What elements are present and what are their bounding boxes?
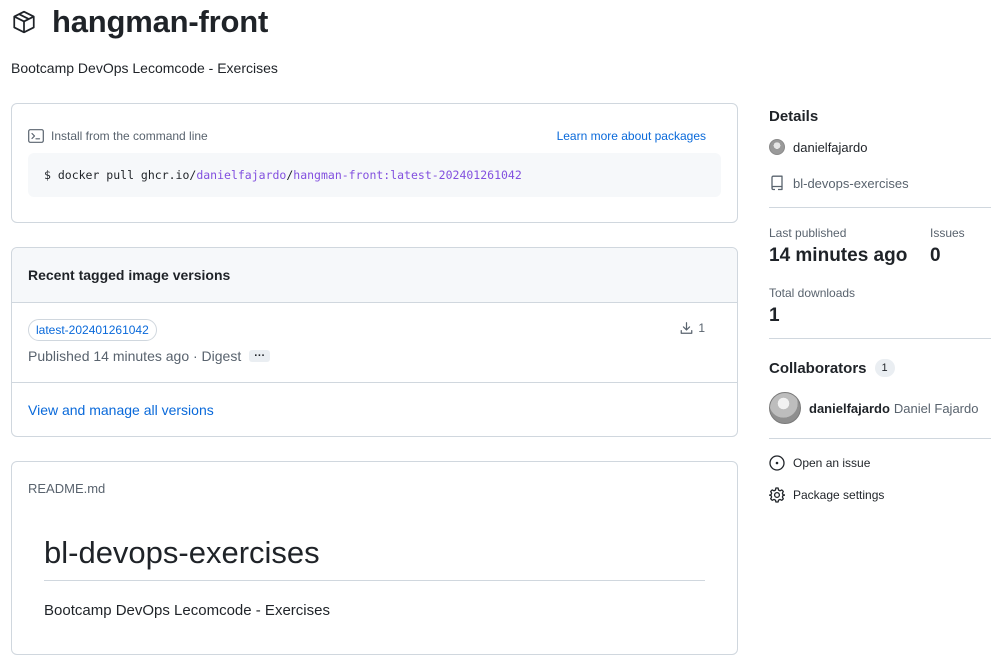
total-downloads-label: Total downloads: [769, 286, 856, 300]
install-box: Install from the command line Learn more…: [11, 103, 738, 223]
last-published-label: Last published: [769, 226, 847, 240]
total-downloads-value: 1: [769, 305, 780, 326]
readme-heading: bl-devops-exercises: [44, 535, 705, 581]
install-label-group: Install from the command line: [28, 129, 208, 143]
total-downloads-stat: Total downloads 1: [769, 286, 855, 327]
version-tag-link[interactable]: latest-202401261042: [28, 319, 157, 341]
readme-box: README.md bl-devops-exercises Bootcamp D…: [11, 461, 738, 655]
collaborator-full-name: Daniel Fajardo: [893, 400, 979, 416]
owner-name: danielfajardo: [793, 139, 868, 155]
version-download-count: 1: [698, 321, 705, 335]
stats-grid: Last published 14 minutes ago Issues 0 T…: [769, 226, 991, 342]
gear-icon: [769, 487, 785, 503]
issues-stat: Issues 0: [930, 226, 965, 267]
sidebar-divider: [769, 438, 991, 439]
install-header: Install from the command line Learn more…: [28, 129, 721, 143]
version-published: Published 14 minutes ago · Digest: [28, 348, 242, 364]
package-header: hangman-front: [10, 4, 268, 40]
command-owner: danielfajardo: [196, 168, 287, 182]
version-meta: Published 14 minutes ago · Digest ···: [28, 348, 721, 364]
recent-versions-box: Recent tagged image versions latest-2024…: [11, 247, 738, 437]
open-issue-link[interactable]: Open an issue: [769, 455, 991, 471]
issues-label: Issues: [930, 226, 965, 240]
owner-link[interactable]: danielfajardo: [769, 139, 991, 155]
readme-body: Bootcamp DevOps Lecomcode - Exercises: [44, 602, 330, 619]
download-icon: [680, 322, 693, 334]
terminal-icon: [28, 129, 44, 143]
package-title: hangman-front: [52, 4, 269, 39]
last-published-stat: Last published 14 minutes ago: [769, 226, 907, 267]
collaborators-heading-row: Collaborators 1: [769, 359, 991, 377]
command-image: hangman-front:latest-202401261042: [293, 168, 522, 182]
issue-open-icon: [769, 455, 785, 471]
command-prefix: $ docker pull ghcr.io/: [44, 168, 197, 182]
view-all-versions-link[interactable]: View and manage all versions: [28, 402, 214, 418]
package-settings-link[interactable]: Package settings: [769, 487, 991, 503]
readme-filename: README.md: [28, 481, 106, 496]
learn-more-link[interactable]: Learn more about packages: [557, 129, 706, 143]
versions-header: Recent tagged image versions: [12, 248, 737, 303]
package-icon: [10, 8, 38, 36]
version-row: latest-202401261042 Published 14 minutes…: [12, 303, 737, 383]
sidebar: Details danielfajardo bl-devops-exercise…: [769, 104, 991, 503]
open-issue-label: Open an issue: [793, 456, 871, 470]
repo-icon: [769, 175, 785, 191]
command-slash: /: [286, 168, 294, 182]
version-downloads: 1: [679, 321, 705, 335]
sidebar-divider: [769, 207, 991, 208]
issues-value: 0: [930, 245, 941, 266]
package-description: Bootcamp DevOps Lecomcode - Exercises: [11, 60, 278, 76]
collaborator-login: danielfajardo: [809, 400, 890, 416]
collaborator-avatar: [769, 392, 801, 424]
collaborators-heading: Collaborators: [769, 359, 867, 377]
owner-avatar: [769, 139, 785, 155]
details-heading: Details: [769, 108, 819, 125]
repository-name: bl-devops-exercises: [793, 175, 909, 191]
install-command[interactable]: $ docker pull ghcr.io/danielfajardo / hang…: [28, 153, 721, 197]
collaborators-count: 1: [874, 359, 895, 377]
repository-link[interactable]: bl-devops-exercises: [769, 175, 991, 191]
last-published-value: 14 minutes ago: [769, 245, 908, 266]
digest-expand-button[interactable]: ···: [249, 350, 271, 362]
package-settings-label: Package settings: [793, 488, 885, 502]
collaborator-item[interactable]: danielfajardo Daniel Fajardo: [769, 392, 991, 424]
versions-footer: View and manage all versions: [12, 383, 737, 436]
install-label: Install from the command line: [51, 129, 208, 143]
main-column: Install from the command line Learn more…: [11, 103, 738, 655]
